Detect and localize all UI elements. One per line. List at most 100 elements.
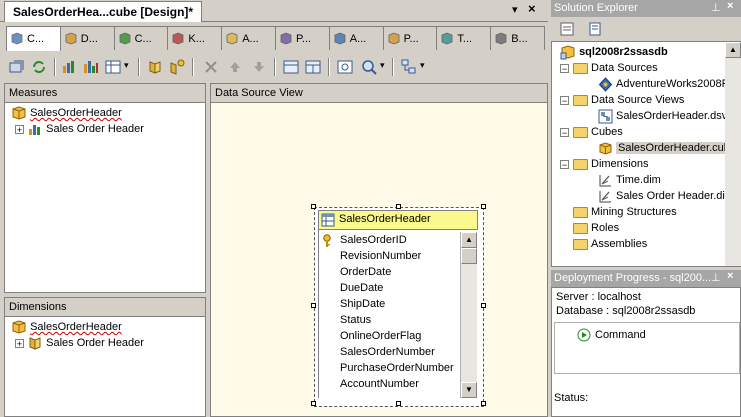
- kpis-icon: [172, 32, 184, 45]
- scroll-down-icon[interactable]: ▼: [461, 382, 477, 398]
- collapse-icon[interactable]: −: [560, 159, 569, 169]
- table-column[interactable]: DueDate: [340, 280, 383, 296]
- expand-icon[interactable]: +: [15, 124, 24, 134]
- zoom-fit-icon[interactable]: [336, 58, 354, 76]
- grid-dropdown-icon[interactable]: ▾: [124, 60, 129, 71]
- designer-tab-10[interactable]: B...: [490, 26, 545, 50]
- document-tab[interactable]: SalesOrderHea...cube [Design]*: [4, 1, 203, 22]
- resize-handle[interactable]: [311, 204, 316, 209]
- solution-item[interactable]: AdventureWorks2008R2.: [598, 76, 739, 92]
- new-measure-group-icon[interactable]: [82, 58, 100, 76]
- process-icon[interactable]: [8, 58, 26, 76]
- table-column[interactable]: RevisionNumber: [340, 248, 421, 264]
- view-code-icon[interactable]: [587, 21, 603, 37]
- collapse-icon[interactable]: −: [560, 127, 569, 137]
- designer-tab-8[interactable]: P...: [382, 26, 438, 50]
- add-cube-dimension-icon[interactable]: [146, 58, 164, 76]
- refresh-icon[interactable]: [30, 58, 48, 76]
- expand-icon[interactable]: +: [15, 338, 24, 348]
- dimension-icon: [29, 337, 41, 350]
- arrange-dropdown-icon[interactable]: ▾: [420, 60, 425, 71]
- close-document-icon[interactable]: ×: [528, 1, 536, 16]
- table-column[interactable]: OnlineOrderFlag: [340, 328, 421, 344]
- designer-tab-7[interactable]: A...: [328, 26, 384, 50]
- solution-item[interactable]: Roles: [560, 220, 619, 236]
- resize-handle[interactable]: [311, 401, 316, 406]
- primary-key-icon: [323, 234, 331, 247]
- dimensions-root-node[interactable]: SalesOrderHeader: [11, 319, 122, 335]
- solution-item[interactable]: − Cubes: [560, 124, 623, 140]
- pin-icon[interactable]: ⊥: [711, 1, 721, 14]
- dimension-node[interactable]: + Sales Order Header: [15, 335, 144, 351]
- project-node[interactable]: sql2008r2ssasdb: [560, 44, 668, 60]
- zoom-icon[interactable]: [360, 58, 378, 76]
- solution-item[interactable]: Sales Order Header.dim: [598, 188, 734, 204]
- solution-item[interactable]: SalesOrderHeader.cube: [598, 140, 739, 156]
- scroll-thumb[interactable]: [461, 248, 477, 264]
- move-up-icon[interactable]: [226, 58, 244, 76]
- scroll-up-icon[interactable]: ▲: [725, 42, 741, 58]
- designer-tab-1[interactable]: C...: [6, 26, 61, 51]
- table-scrollbar[interactable]: ▲ ▼: [460, 232, 477, 398]
- solution-item[interactable]: Mining Structures: [560, 204, 677, 220]
- solution-item[interactable]: Assemblies: [560, 236, 647, 252]
- resize-handle[interactable]: [481, 204, 486, 209]
- table-column[interactable]: SalesOrderNumber: [340, 344, 435, 360]
- table-column[interactable]: ShipDate: [340, 296, 385, 312]
- close-icon[interactable]: ×: [727, 270, 733, 282]
- show-table-icon[interactable]: [282, 58, 300, 76]
- scroll-up-icon[interactable]: ▲: [461, 232, 477, 248]
- designer-tab-5[interactable]: A...: [221, 26, 276, 50]
- solution-item[interactable]: Time.dim: [598, 172, 661, 188]
- move-down-icon[interactable]: [250, 58, 268, 76]
- new-linked-object-icon[interactable]: [168, 58, 186, 76]
- new-measure-icon[interactable]: [60, 58, 78, 76]
- deployment-command-list: Command: [554, 322, 740, 374]
- resize-handle[interactable]: [481, 401, 486, 406]
- solution-item[interactable]: SalesOrderHeader.dsv: [598, 108, 727, 124]
- designer-tab-6[interactable]: P...: [275, 26, 330, 50]
- measures-pane-header: Measures: [4, 83, 206, 103]
- delete-icon[interactable]: [202, 58, 220, 76]
- designer-tab-4[interactable]: K...: [167, 26, 223, 50]
- datasource-icon: [598, 76, 613, 92]
- table-column[interactable]: Status: [340, 312, 371, 328]
- designer-tab-2[interactable]: D...: [59, 26, 115, 50]
- solution-item[interactable]: − Data Sources: [560, 60, 658, 76]
- resize-handle[interactable]: [311, 303, 316, 308]
- cube-icon: [599, 142, 612, 155]
- resize-handle[interactable]: [396, 401, 401, 406]
- document-tab-title: SalesOrderHea...cube [Design]*: [13, 5, 194, 19]
- resize-handle[interactable]: [396, 204, 401, 209]
- measure-group-node[interactable]: + Sales Order Header: [15, 121, 144, 137]
- hide-table-icon[interactable]: [304, 58, 322, 76]
- solution-explorer-scrollbar[interactable]: ▲: [725, 42, 741, 266]
- collapse-icon[interactable]: −: [560, 63, 569, 73]
- actions-icon: [226, 32, 238, 45]
- measure-group-icon: [29, 125, 41, 136]
- show-measures-grid-icon[interactable]: [104, 58, 122, 76]
- designer-tab-3[interactable]: C...: [113, 26, 169, 50]
- table-column[interactable]: PurchaseOrderNumber: [340, 360, 454, 376]
- measures-pane: SalesOrderHeader + Sales Order Header: [4, 103, 206, 293]
- command-item[interactable]: Command: [577, 328, 646, 342]
- table-column[interactable]: SalesOrderID: [340, 232, 407, 248]
- deployment-status-label: Status:: [554, 392, 589, 404]
- collapse-icon[interactable]: −: [560, 95, 569, 105]
- zoom-dropdown-icon[interactable]: ▾: [380, 60, 385, 71]
- measures-root-node[interactable]: SalesOrderHeader: [11, 105, 122, 121]
- table-column[interactable]: OrderDate: [340, 264, 391, 280]
- document-tab-strip: SalesOrderHea...cube [Design]* ▾ ×: [0, 0, 548, 22]
- arrange-tables-icon[interactable]: [400, 58, 418, 76]
- table-title-bar[interactable]: SalesOrderHeader: [318, 210, 478, 230]
- table-column[interactable]: AccountNumber: [340, 376, 419, 392]
- pin-icon[interactable]: ⊥: [711, 271, 721, 284]
- resize-handle[interactable]: [481, 303, 486, 308]
- designer-tab-9[interactable]: T...: [436, 26, 492, 50]
- window-dropdown-icon[interactable]: ▾: [512, 3, 518, 16]
- properties-icon[interactable]: [559, 21, 575, 37]
- solution-item[interactable]: − Dimensions: [560, 156, 648, 172]
- close-icon[interactable]: ×: [727, 0, 733, 12]
- dimensions-pane: SalesOrderHeader + Sales Order Header: [4, 317, 206, 417]
- solution-item[interactable]: − Data Source Views: [560, 92, 684, 108]
